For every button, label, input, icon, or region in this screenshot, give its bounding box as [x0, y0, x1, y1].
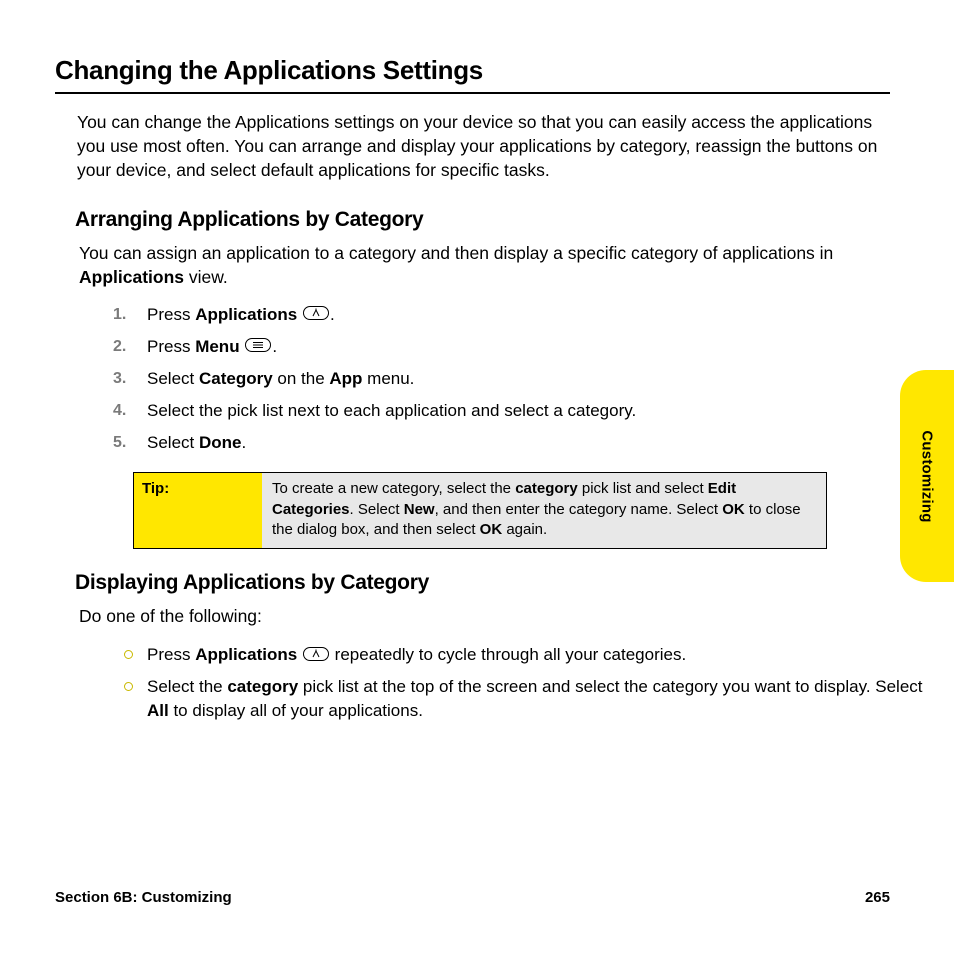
heading-displaying: Displaying Applications by Category — [75, 571, 890, 595]
bullet-1: Press Applications repeatedly to cycle t… — [119, 643, 927, 667]
displaying-lead: Do one of the following: — [79, 605, 879, 629]
applications-key-icon — [303, 644, 329, 667]
step-4: Select the pick list next to each applic… — [127, 400, 890, 423]
tip-box: Tip: To create a new category, select th… — [133, 472, 827, 549]
footer-page-number: 265 — [865, 889, 890, 906]
bullet-list: Press Applications repeatedly to cycle t… — [55, 643, 890, 722]
step-5: Select Done. — [127, 432, 890, 455]
page-title: Changing the Applications Settings — [55, 55, 890, 86]
page-content: Changing the Applications Settings You c… — [55, 55, 890, 895]
side-tab-label: Customizing — [919, 430, 936, 522]
heading-arranging: Arranging Applications by Category — [75, 208, 890, 232]
arranging-lead: You can assign an application to a categ… — [79, 242, 879, 289]
footer-section: Section 6B: Customizing — [55, 889, 232, 906]
step-1: Press Applications . — [127, 304, 890, 327]
step-3: Select Category on the App menu. — [127, 368, 890, 391]
steps-list: Press Applications . Press Menu . Select… — [55, 304, 890, 455]
page-footer: Section 6B: Customizing 265 — [55, 889, 890, 906]
tip-label: Tip: — [134, 473, 262, 548]
applications-key-icon — [303, 304, 329, 327]
menu-key-icon — [245, 336, 271, 359]
title-rule — [55, 92, 890, 94]
intro-paragraph: You can change the Applications settings… — [77, 110, 887, 182]
bullet-2: Select the category pick list at the top… — [119, 675, 927, 722]
tip-body: To create a new category, select the cat… — [262, 473, 826, 548]
side-tab-customizing: Customizing — [900, 370, 954, 582]
step-2: Press Menu . — [127, 336, 890, 359]
